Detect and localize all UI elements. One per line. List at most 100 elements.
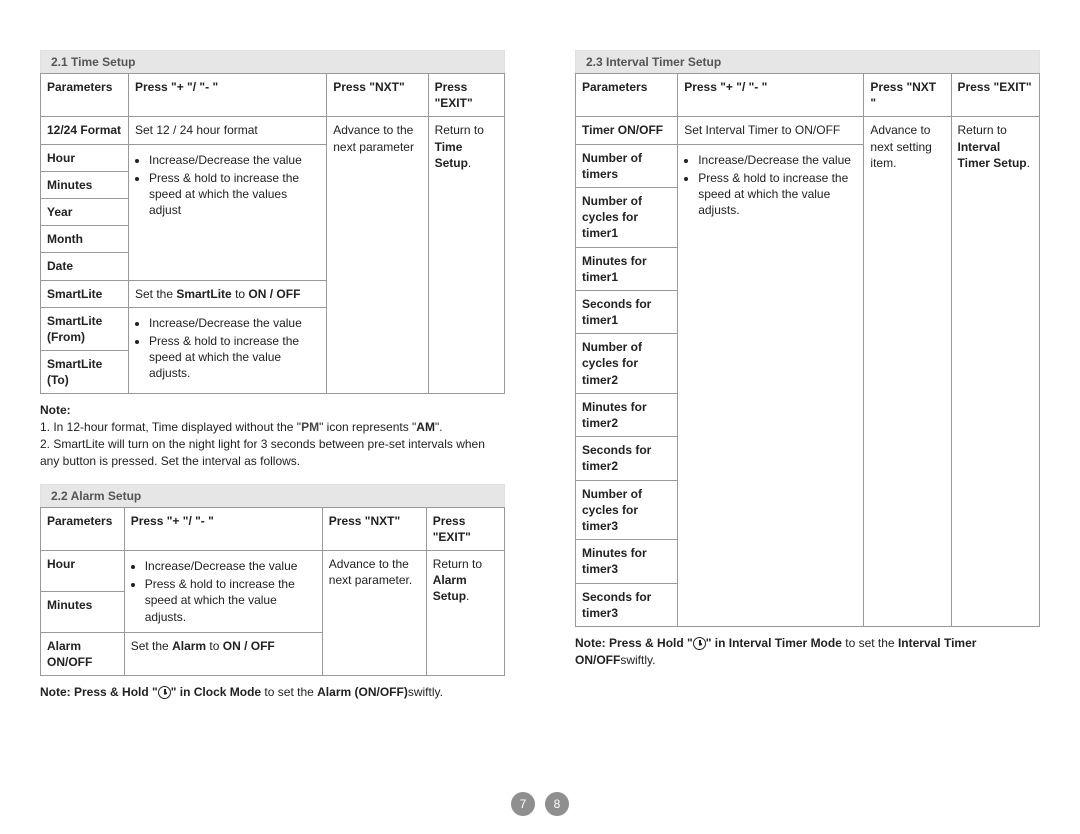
section-title-time-setup: 2.1 Time Setup <box>40 50 505 74</box>
section-title-alarm-setup: 2.2 Alarm Setup <box>40 484 505 508</box>
note-2: 2. SmartLite will turn on the night ligh… <box>40 436 505 470</box>
param-min-t2: Minutes for timer2 <box>576 393 678 436</box>
exit-bold: Time Setup <box>435 140 468 170</box>
th-parameters: Parameters <box>41 74 129 117</box>
clock-icon <box>693 637 706 650</box>
bullet-press-hold: Press & hold to increase the speed at wh… <box>145 576 316 625</box>
page-number-footer: 7 8 <box>0 792 1080 816</box>
action-12-24-format: Set 12 / 24 hour format <box>129 117 327 144</box>
interval-group-action: Increase/Decrease the value Press & hold… <box>678 144 864 626</box>
param-hour: Hour <box>41 144 129 171</box>
action-timer-onoff: Set Interval Timer to ON/OFF <box>678 117 864 144</box>
param-smartlite-to: SmartLite (To) <box>41 351 129 394</box>
time-exit-cell: Return to Time Setup. <box>428 117 504 394</box>
n1-mid: " icon represents " <box>319 420 416 434</box>
interval-nxt-cell: Advance to next setting item. <box>864 117 951 627</box>
manual-page: 2.1 Time Setup Parameters Press "+ "/ "-… <box>0 0 1080 834</box>
alarm-note: Note: Press & Hold "" in Clock Mode to s… <box>40 684 505 701</box>
interval-note: Note: Press & Hold " " in Interval Timer … <box>575 635 1040 669</box>
param-minutes: Minutes <box>41 591 125 632</box>
exit-post: . <box>1027 156 1030 170</box>
th-press-nxt: Press "NXT" <box>327 74 428 117</box>
param-sec-t1: Seconds for timer1 <box>576 290 678 333</box>
int-note-pre: Note: Press & Hold " <box>575 636 693 650</box>
int-note-post: swiftly. <box>620 653 655 667</box>
param-smartlite-from: SmartLite (From) <box>41 307 129 350</box>
left-column: 2.1 Time Setup Parameters Press "+ "/ "-… <box>40 50 505 701</box>
alarm-group-action: Increase/Decrease the value Press & hold… <box>124 551 322 633</box>
param-hour: Hour <box>41 551 125 592</box>
alarm-nxt-cell: Advance to the next parameter. <box>322 551 426 676</box>
th-press-plus-minus: Press "+ "/ "- " <box>129 74 327 117</box>
n1-pm: PM <box>301 420 319 434</box>
two-column-layout: 2.1 Time Setup Parameters Press "+ "/ "-… <box>40 50 1040 701</box>
exit-pre: Return to <box>958 123 1007 137</box>
al-bold: Alarm <box>172 639 206 653</box>
clock-icon <box>158 686 171 699</box>
bullet-inc-dec: Increase/Decrease the value <box>698 152 857 168</box>
alarm-note-mid: " in <box>171 685 194 699</box>
int-note-mid: " in <box>706 636 729 650</box>
bullet-sl-inc-dec: Increase/Decrease the value <box>149 315 320 331</box>
th-press-nxt: Press "NXT" <box>322 507 426 550</box>
bullet-press-hold: Press & hold to increase the speed at wh… <box>149 170 320 219</box>
param-number-timers: Number of timers <box>576 144 678 187</box>
exit-post: . <box>468 156 471 170</box>
action-smartlite: Set the SmartLite to ON / OFF <box>129 280 327 307</box>
sl-bold: SmartLite <box>176 287 231 301</box>
param-cycles-t1: Number of cycles for timer1 <box>576 187 678 247</box>
exit-pre: Return to <box>435 123 484 137</box>
alarm-note-post: swiftly. <box>408 685 443 699</box>
exit-bold: Interval Timer Setup <box>958 140 1027 170</box>
sl-onoff: ON / OFF <box>248 287 300 301</box>
bullet-sl-press-hold: Press & hold to increase the speed at wh… <box>149 333 320 382</box>
param-cycles-t3: Number of cycles for timer3 <box>576 480 678 540</box>
al-pre: Set the <box>131 639 172 653</box>
sl-pre: Set the <box>135 287 176 301</box>
time-group-action: Increase/Decrease the value Press & hold… <box>129 144 327 280</box>
al-onoff: ON / OFF <box>223 639 275 653</box>
param-timer-onoff: Timer ON/OFF <box>576 117 678 144</box>
param-sec-t3: Seconds for timer3 <box>576 583 678 626</box>
param-month: Month <box>41 226 129 253</box>
page-number-right: 8 <box>545 792 569 816</box>
param-year: Year <box>41 198 129 225</box>
n1-am: AM <box>416 420 435 434</box>
time-setup-notes: Note: 1. In 12-hour format, Time display… <box>40 402 505 469</box>
alarm-note-pre: Note: Press & Hold " <box>40 685 158 699</box>
alarm-note-bold: Alarm (ON/OFF) <box>317 685 408 699</box>
int-note-mid2: to set the <box>842 636 898 650</box>
th-press-exit: Press "EXIT" <box>426 507 504 550</box>
sl-post: to <box>232 287 249 301</box>
param-alarm-onoff: Alarm ON/OFF <box>41 632 125 675</box>
right-column: 2.3 Interval Timer Setup Parameters Pres… <box>575 50 1040 701</box>
action-alarm-onoff: Set the Alarm to ON / OFF <box>124 632 322 675</box>
time-setup-table: Parameters Press "+ "/ "- " Press "NXT" … <box>40 73 505 394</box>
th-press-exit: Press "EXIT" <box>428 74 504 117</box>
int-note-mode: Interval Timer Mode <box>729 636 842 650</box>
exit-post: . <box>466 589 469 603</box>
alarm-setup-table: Parameters Press "+ "/ "- " Press "NXT" … <box>40 507 505 677</box>
param-date: Date <box>41 253 129 280</box>
bullet-press-hold: Press & hold to increase the speed at wh… <box>698 170 857 219</box>
smartlite-group-action: Increase/Decrease the value Press & hold… <box>129 307 327 394</box>
time-nxt-cell: Advance to the next parameter <box>327 117 428 394</box>
th-press-plus-minus: Press "+ "/ "- " <box>678 74 864 117</box>
th-parameters: Parameters <box>41 507 125 550</box>
note-label: Note: <box>40 402 505 419</box>
param-smartlite: SmartLite <box>41 280 129 307</box>
alarm-note-mode: Clock Mode <box>194 685 261 699</box>
param-min-t3: Minutes for timer3 <box>576 540 678 583</box>
al-post: to <box>206 639 223 653</box>
section-title-interval-setup: 2.3 Interval Timer Setup <box>575 50 1040 74</box>
page-number-left: 7 <box>511 792 535 816</box>
alarm-exit-cell: Return to Alarm Setup. <box>426 551 504 676</box>
exit-bold: Alarm Setup <box>433 573 467 603</box>
param-min-t1: Minutes for timer1 <box>576 247 678 290</box>
param-cycles-t2: Number of cycles for timer2 <box>576 334 678 394</box>
th-press-plus-minus: Press "+ "/ "- " <box>124 507 322 550</box>
th-parameters: Parameters <box>576 74 678 117</box>
th-press-exit: Press "EXIT" <box>951 74 1040 117</box>
note-1: 1. In 12-hour format, Time displayed wit… <box>40 419 505 436</box>
bullet-inc-dec: Increase/Decrease the value <box>145 558 316 574</box>
